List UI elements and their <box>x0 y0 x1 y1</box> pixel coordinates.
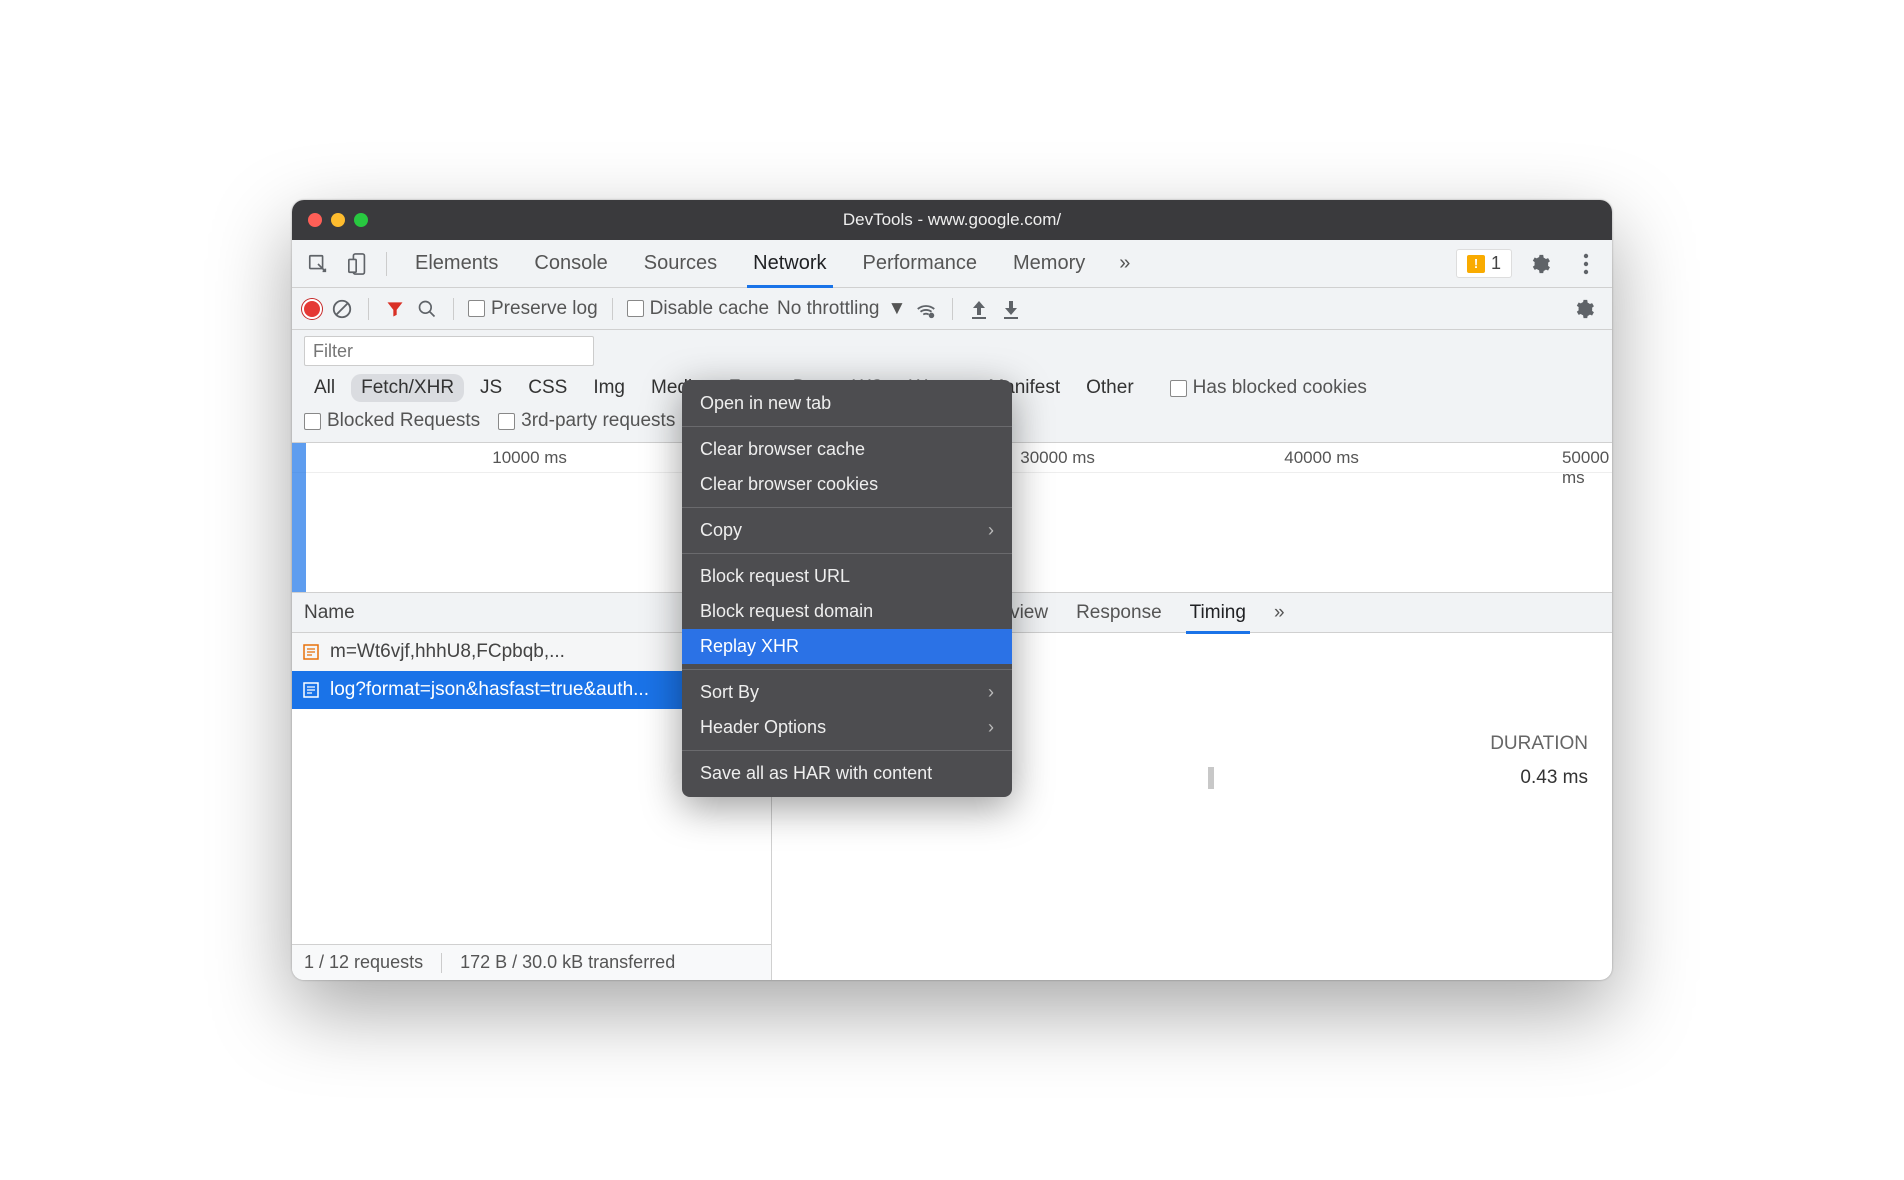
detail-tabs-overflow-icon[interactable]: » <box>1274 593 1285 633</box>
chevron-right-icon: › <box>988 520 994 541</box>
record-button[interactable] <box>302 299 322 319</box>
detail-tab-timing[interactable]: Timing <box>1190 593 1246 633</box>
menu-separator <box>682 750 1012 751</box>
context-menu: Open in new tab Clear browser cacheClear … <box>682 380 1012 797</box>
tabbar: ElementsConsoleSourcesNetworkPerformance… <box>292 240 1612 288</box>
titlebar: DevTools - www.google.com/ <box>292 200 1612 240</box>
timeline-tick: 10000 ms <box>492 448 567 468</box>
tab-memory[interactable]: Memory <box>995 240 1103 288</box>
timeline-tick: 30000 ms <box>1020 448 1095 468</box>
timeline-tick: 50000 ms <box>1562 448 1609 488</box>
queueing-value: 0.43 ms <box>1520 767 1588 789</box>
filter-type-all[interactable]: All <box>304 374 345 402</box>
menu-item-save-all-as-har-with-content[interactable]: Save all as HAR with content <box>682 756 1012 791</box>
filter-icon[interactable] <box>383 297 407 321</box>
timeline-tick: 40000 ms <box>1284 448 1359 468</box>
filter-type-other[interactable]: Other <box>1076 374 1144 402</box>
window-title: DevTools - www.google.com/ <box>843 210 1061 230</box>
menu-item-block-request-url[interactable]: Block request URL <box>682 559 1012 594</box>
maximize-window-button[interactable] <box>354 213 368 227</box>
upload-har-icon[interactable] <box>967 297 991 321</box>
device-toggle-icon[interactable] <box>344 250 372 278</box>
duration-label: DURATION <box>1490 733 1588 755</box>
tab-sources[interactable]: Sources <box>626 240 735 288</box>
filter-type-img[interactable]: Img <box>583 374 635 402</box>
download-har-icon[interactable] <box>999 297 1023 321</box>
status-bar: 1 / 12 requests 172 B / 30.0 kB transfer… <box>292 944 771 980</box>
settings-icon[interactable] <box>1522 246 1558 282</box>
preserve-log-checkbox[interactable]: Preserve log <box>468 298 598 320</box>
timeline-marker <box>292 443 306 592</box>
transfer-size: 172 B / 30.0 kB transferred <box>460 952 675 973</box>
warning-icon: ! <box>1467 255 1485 273</box>
filter-type-css[interactable]: CSS <box>518 374 577 402</box>
menu-separator <box>682 669 1012 670</box>
tab-performance[interactable]: Performance <box>845 240 996 288</box>
menu-separator <box>682 426 1012 427</box>
devtools-window: DevTools - www.google.com/ ElementsConso… <box>292 200 1612 980</box>
network-settings-icon[interactable] <box>1566 291 1602 327</box>
dropdown-icon: ▼ <box>887 298 906 320</box>
close-window-button[interactable] <box>308 213 322 227</box>
file-icon <box>302 643 320 661</box>
menu-item-block-request-domain[interactable]: Block request domain <box>682 594 1012 629</box>
detail-tab-response[interactable]: Response <box>1076 593 1162 633</box>
request-name: m=Wt6vjf,hhhU8,FCpbqb,... <box>330 641 565 663</box>
chevron-right-icon: › <box>988 717 994 738</box>
menu-item-copy[interactable]: Copy› <box>682 513 1012 548</box>
request-name: log?format=json&hasfast=true&auth... <box>330 679 649 701</box>
disable-cache-checkbox[interactable]: Disable cache <box>627 298 769 320</box>
issues-count: 1 <box>1491 253 1501 274</box>
menu-item-clear-browser-cache[interactable]: Clear browser cache <box>682 432 1012 467</box>
network-toolbar: Preserve log Disable cache No throttling… <box>292 288 1612 330</box>
menu-separator <box>682 507 1012 508</box>
tabs-overflow-icon[interactable]: » <box>1107 252 1142 275</box>
divider <box>386 252 387 276</box>
network-conditions-icon[interactable] <box>914 297 938 321</box>
window-controls <box>308 213 368 227</box>
minimize-window-button[interactable] <box>331 213 345 227</box>
menu-item-header-options[interactable]: Header Options› <box>682 710 1012 745</box>
menu-item-sort-by[interactable]: Sort By› <box>682 675 1012 710</box>
search-icon[interactable] <box>415 297 439 321</box>
more-menu-icon[interactable] <box>1568 246 1604 282</box>
blocked-requests-checkbox[interactable]: Blocked Requests <box>304 410 480 432</box>
request-count: 1 / 12 requests <box>304 952 423 973</box>
menu-item-replay-xhr[interactable]: Replay XHR <box>682 629 1012 664</box>
third-party-checkbox[interactable]: 3rd-party requests <box>498 410 675 432</box>
inspect-icon[interactable] <box>304 250 332 278</box>
menu-separator <box>682 553 1012 554</box>
filter-input[interactable] <box>304 336 594 366</box>
queueing-bar <box>1208 767 1214 789</box>
filter-type-js[interactable]: JS <box>470 374 512 402</box>
file-icon <box>302 681 320 699</box>
has-blocked-cookies-checkbox[interactable]: Has blocked cookies <box>1170 377 1367 399</box>
tab-elements[interactable]: Elements <box>397 240 516 288</box>
chevron-right-icon: › <box>988 682 994 703</box>
tab-console[interactable]: Console <box>516 240 625 288</box>
throttling-select[interactable]: No throttling ▼ <box>777 298 906 320</box>
tab-network[interactable]: Network <box>735 240 844 288</box>
menu-item-clear-browser-cookies[interactable]: Clear browser cookies <box>682 467 1012 502</box>
menu-item-open-in-new-tab[interactable]: Open in new tab <box>682 386 1012 421</box>
filter-type-fetchxhr[interactable]: Fetch/XHR <box>351 374 464 402</box>
issues-badge[interactable]: ! 1 <box>1456 249 1512 278</box>
clear-icon[interactable] <box>330 297 354 321</box>
